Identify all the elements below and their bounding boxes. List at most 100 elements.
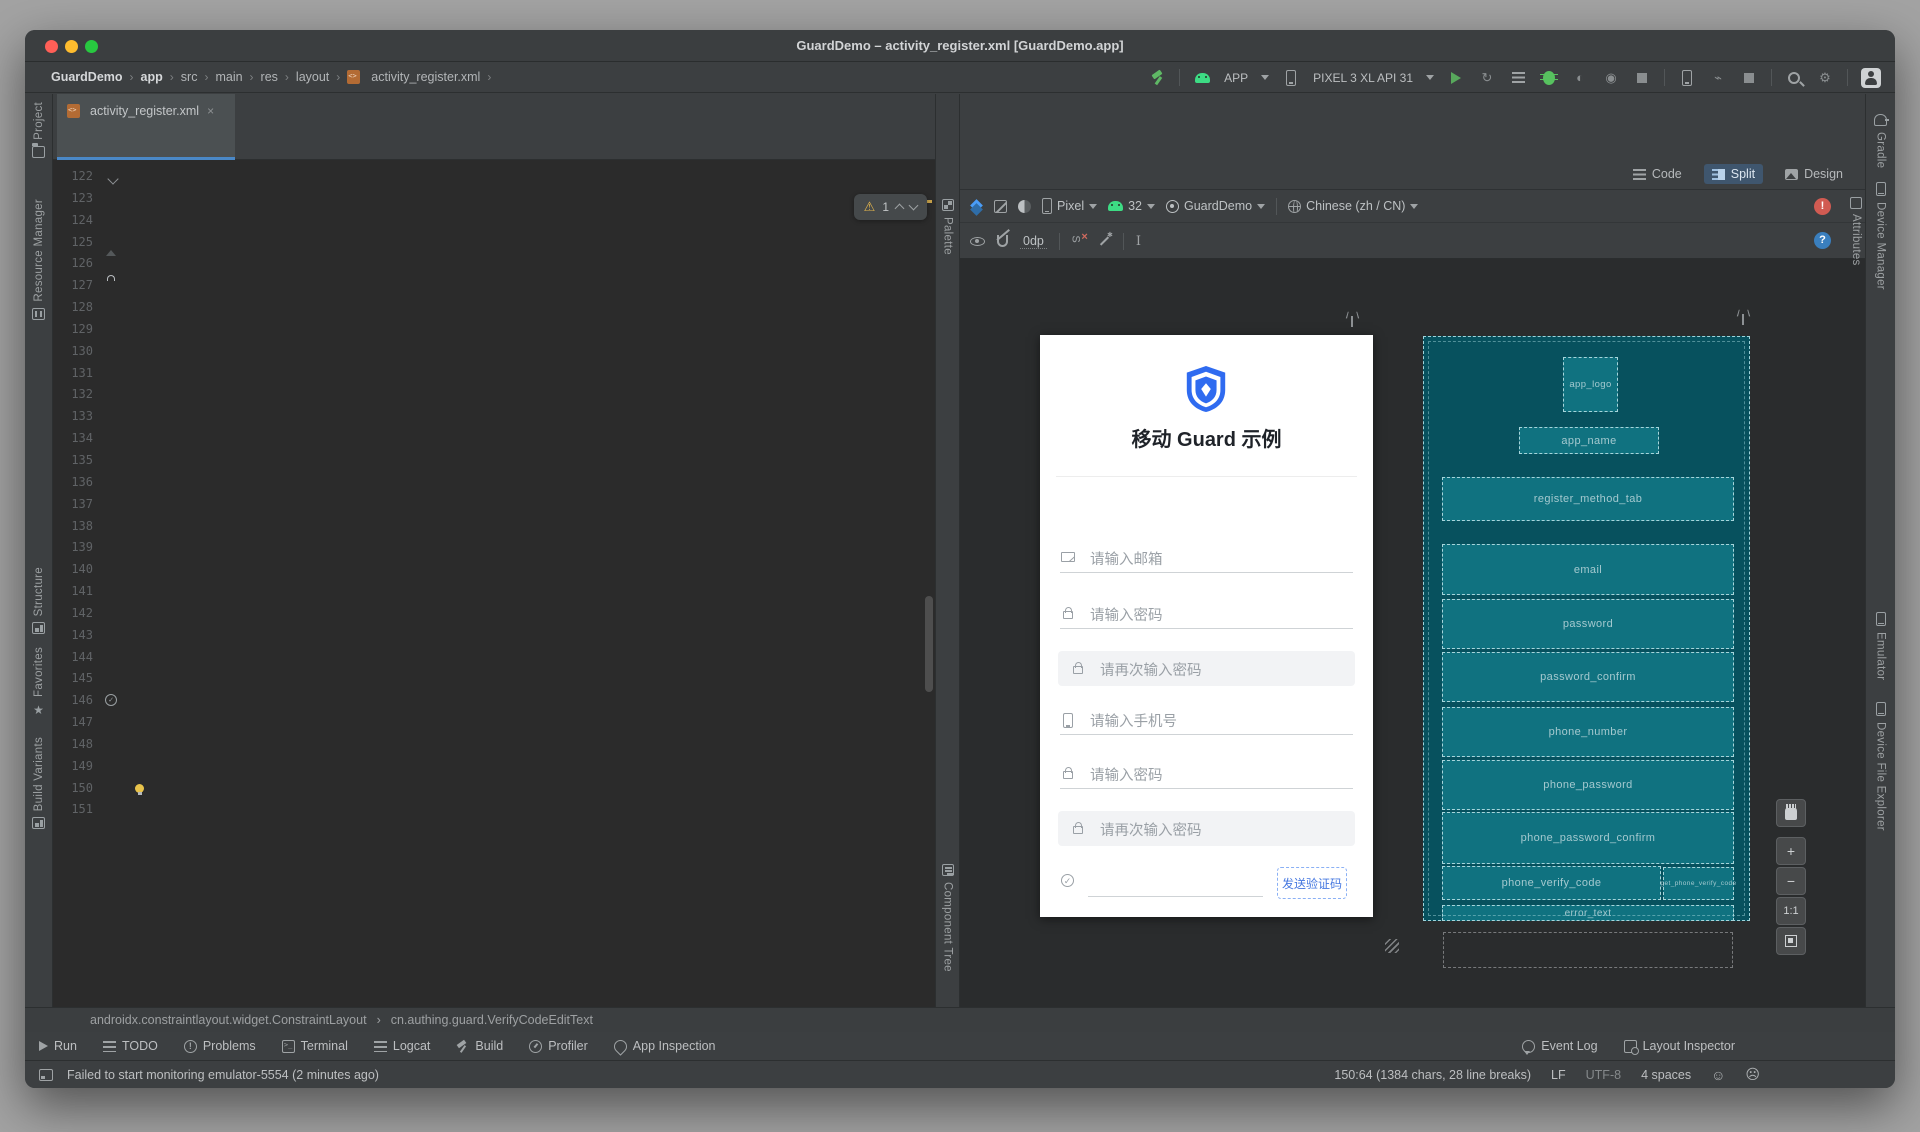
clear-constraints-icon[interactable] <box>1072 231 1087 247</box>
code-line[interactable]: 150 <box>53 778 935 800</box>
code-line[interactable]: 146 ✓ <box>53 690 935 712</box>
code-line[interactable]: 147 <box>53 712 935 734</box>
blueprint-box-password_confirm[interactable]: password_confirm <box>1442 652 1734 702</box>
help-badge[interactable]: ? <box>1814 232 1831 249</box>
input-field[interactable]: 请输入邮箱 <box>1060 543 1353 573</box>
toolwindow-button-logcat[interactable]: Logcat <box>373 1039 430 1053</box>
code-line[interactable]: 134 <box>53 428 935 450</box>
code-line[interactable]: 123 <box>53 188 935 210</box>
blueprint-box-phone_password[interactable]: phone_password <box>1442 760 1734 810</box>
breadcrumb-item[interactable]: app <box>141 70 163 84</box>
code-line[interactable]: 139 <box>53 537 935 559</box>
code-line[interactable]: 132 <box>53 384 935 406</box>
blueprint-device[interactable]: app_logo app_name register_method_tab email… <box>1423 336 1750 921</box>
blueprint-box-register_method_tab[interactable]: register_method_tab <box>1442 477 1734 521</box>
code-line[interactable]: 142 <box>53 603 935 625</box>
code-line[interactable]: 141 <box>53 581 935 603</box>
code-line[interactable]: 126 <box>53 253 935 275</box>
code-line[interactable]: 128 <box>53 297 935 319</box>
toolwindow-button-todo[interactable]: TODO <box>102 1039 158 1053</box>
input-field[interactable]: 请输入密码 <box>1060 759 1353 789</box>
blueprint-box-app_name[interactable]: app_name <box>1519 427 1659 454</box>
indent-setting[interactable]: 4 spaces <box>1641 1068 1691 1082</box>
toolwindow-button-terminal[interactable]: >_ Terminal <box>281 1039 348 1053</box>
view-tab-code[interactable]: Code <box>1625 164 1690 184</box>
breadcrumb-item[interactable]: src <box>181 70 198 84</box>
zoom-reset-button[interactable]: 1:1 <box>1776 897 1806 925</box>
breadcrumb-item[interactable]: layout <box>296 70 329 84</box>
code-line[interactable]: 125 <box>53 232 935 254</box>
line-ending[interactable]: LF <box>1551 1068 1566 1082</box>
input-field[interactable]: 请输入手机号 <box>1060 705 1353 735</box>
view-tab-design[interactable]: Design <box>1777 164 1851 184</box>
toolwindow-button-problems[interactable]: ! Problems <box>183 1039 256 1053</box>
previous-warning-icon[interactable] <box>894 203 905 214</box>
zoom-to-fit-button[interactable] <box>1776 927 1806 955</box>
inspection-widget[interactable]: ⚠ 1 <box>853 194 927 220</box>
infer-constraints-icon[interactable] <box>1098 231 1113 248</box>
code-line[interactable]: 124 <box>53 210 935 232</box>
view-tab-split[interactable]: Split <box>1703 164 1764 184</box>
breadcrumb-item[interactable]: GuardDemo <box>51 70 123 84</box>
night-mode-icon[interactable] <box>1018 199 1031 213</box>
verify-code-row[interactable]: ✓ 发送验证码 <box>1060 865 1353 901</box>
code-line[interactable]: 122 <box>53 166 935 188</box>
error-badge[interactable]: ! <box>1814 198 1831 215</box>
code-line[interactable]: 136 <box>53 472 935 494</box>
caret-position[interactable]: 150:64 (1384 chars, 28 line breaks) <box>1334 1068 1531 1082</box>
editor-scrollbar[interactable] <box>925 596 933 692</box>
code-line[interactable]: 151 <box>53 799 935 821</box>
code-line[interactable]: 143 <box>53 625 935 647</box>
design-preview-device[interactable]: 移动 Guard 示例 请输入邮箱 请输入密码 请再次输入密码 请输入手机号 请输入密码… <box>1040 335 1373 917</box>
blueprint-box-phone_verify_code[interactable]: phone_verify_code <box>1442 866 1661 900</box>
view-options-layers-icon[interactable] <box>970 200 983 213</box>
code-line[interactable]: 137 <box>53 494 935 516</box>
capture-icon[interactable] <box>1744 72 1754 83</box>
input-field[interactable]: 请再次输入密码 <box>1058 811 1355 846</box>
search-icon[interactable] <box>1788 71 1800 84</box>
tool-window-switcher-icon[interactable] <box>39 1068 53 1081</box>
build-hammer-icon[interactable] <box>1149 70 1165 86</box>
stripe-tab-device-file-explorer[interactable]: Device File Explorer <box>1866 702 1895 831</box>
chevron-down-icon[interactable] <box>1426 75 1434 80</box>
blueprint-box-get_phone_verify_code[interactable]: get_phone_verify_code <box>1661 867 1736 900</box>
device-selector[interactable]: PIXEL 3 XL API 31 <box>1313 71 1413 85</box>
breadcrumb-item[interactable]: res <box>261 70 278 84</box>
component-tree-tab[interactable]: Component Tree <box>936 864 959 972</box>
code-line[interactable]: 130 <box>53 341 935 363</box>
preview-resize-handle[interactable] <box>1385 939 1399 953</box>
pan-tool[interactable] <box>1776 799 1806 827</box>
orientation-icon[interactable] <box>994 199 1007 213</box>
run-icon[interactable] <box>1451 71 1461 84</box>
blueprint-box-password[interactable]: password <box>1442 599 1734 649</box>
theme-chip[interactable]: GuardDemo <box>1166 199 1266 213</box>
blueprint-box-phone_password_confirm[interactable]: phone_password_confirm <box>1442 812 1734 864</box>
code-line[interactable]: 148 <box>53 734 935 756</box>
zoom-in-button[interactable]: + <box>1776 837 1806 865</box>
code-line[interactable]: 144 <box>53 647 935 669</box>
stripe-tab-emulator[interactable]: Emulator <box>1866 612 1895 680</box>
send-verify-code-button[interactable]: 发送验证码 <box>1277 867 1347 899</box>
input-field[interactable]: 请再次输入密码 <box>1058 651 1355 686</box>
code-line[interactable]: 145 <box>53 668 935 690</box>
toolwindow-button-app-inspection[interactable]: App Inspection <box>611 1036 716 1056</box>
profile-icon[interactable]: ◐ <box>1571 69 1589 87</box>
toolwindow-button-profiler[interactable]: Profiler <box>529 1039 588 1053</box>
stripe-tab-project[interactable]: Project <box>25 102 52 158</box>
feedback-smile-icon[interactable]: ☺ <box>1711 1067 1725 1083</box>
breadcrumb-item[interactable]: main <box>215 70 242 84</box>
design-canvas[interactable]: 移动 Guard 示例 请输入邮箱 请输入密码 请再次输入密码 请输入手机号 请输入密码… <box>960 259 1865 1007</box>
pan-icon[interactable]: I <box>1136 234 1141 249</box>
code-line[interactable]: 149 <box>53 756 935 778</box>
attach-debugger-icon[interactable]: ⌁ <box>1709 69 1727 87</box>
quickfix-bulb-icon[interactable] <box>135 783 144 795</box>
attributes-tab[interactable]: Attributes <box>1850 197 1862 266</box>
settings-gear-icon[interactable]: ⚙ <box>1816 69 1834 87</box>
toolwindow-button-layout-inspector[interactable]: Layout Inspector <box>1623 1039 1735 1055</box>
blueprint-box-email[interactable]: email <box>1442 544 1734 595</box>
debug-icon[interactable] <box>1540 70 1558 85</box>
toolwindow-button-run[interactable]: Run <box>39 1039 77 1053</box>
blueprint-box-error_text[interactable]: error_text <box>1442 905 1734 921</box>
api-chip[interactable]: 32 <box>1108 199 1155 213</box>
close-tab-icon[interactable]: × <box>207 104 214 118</box>
